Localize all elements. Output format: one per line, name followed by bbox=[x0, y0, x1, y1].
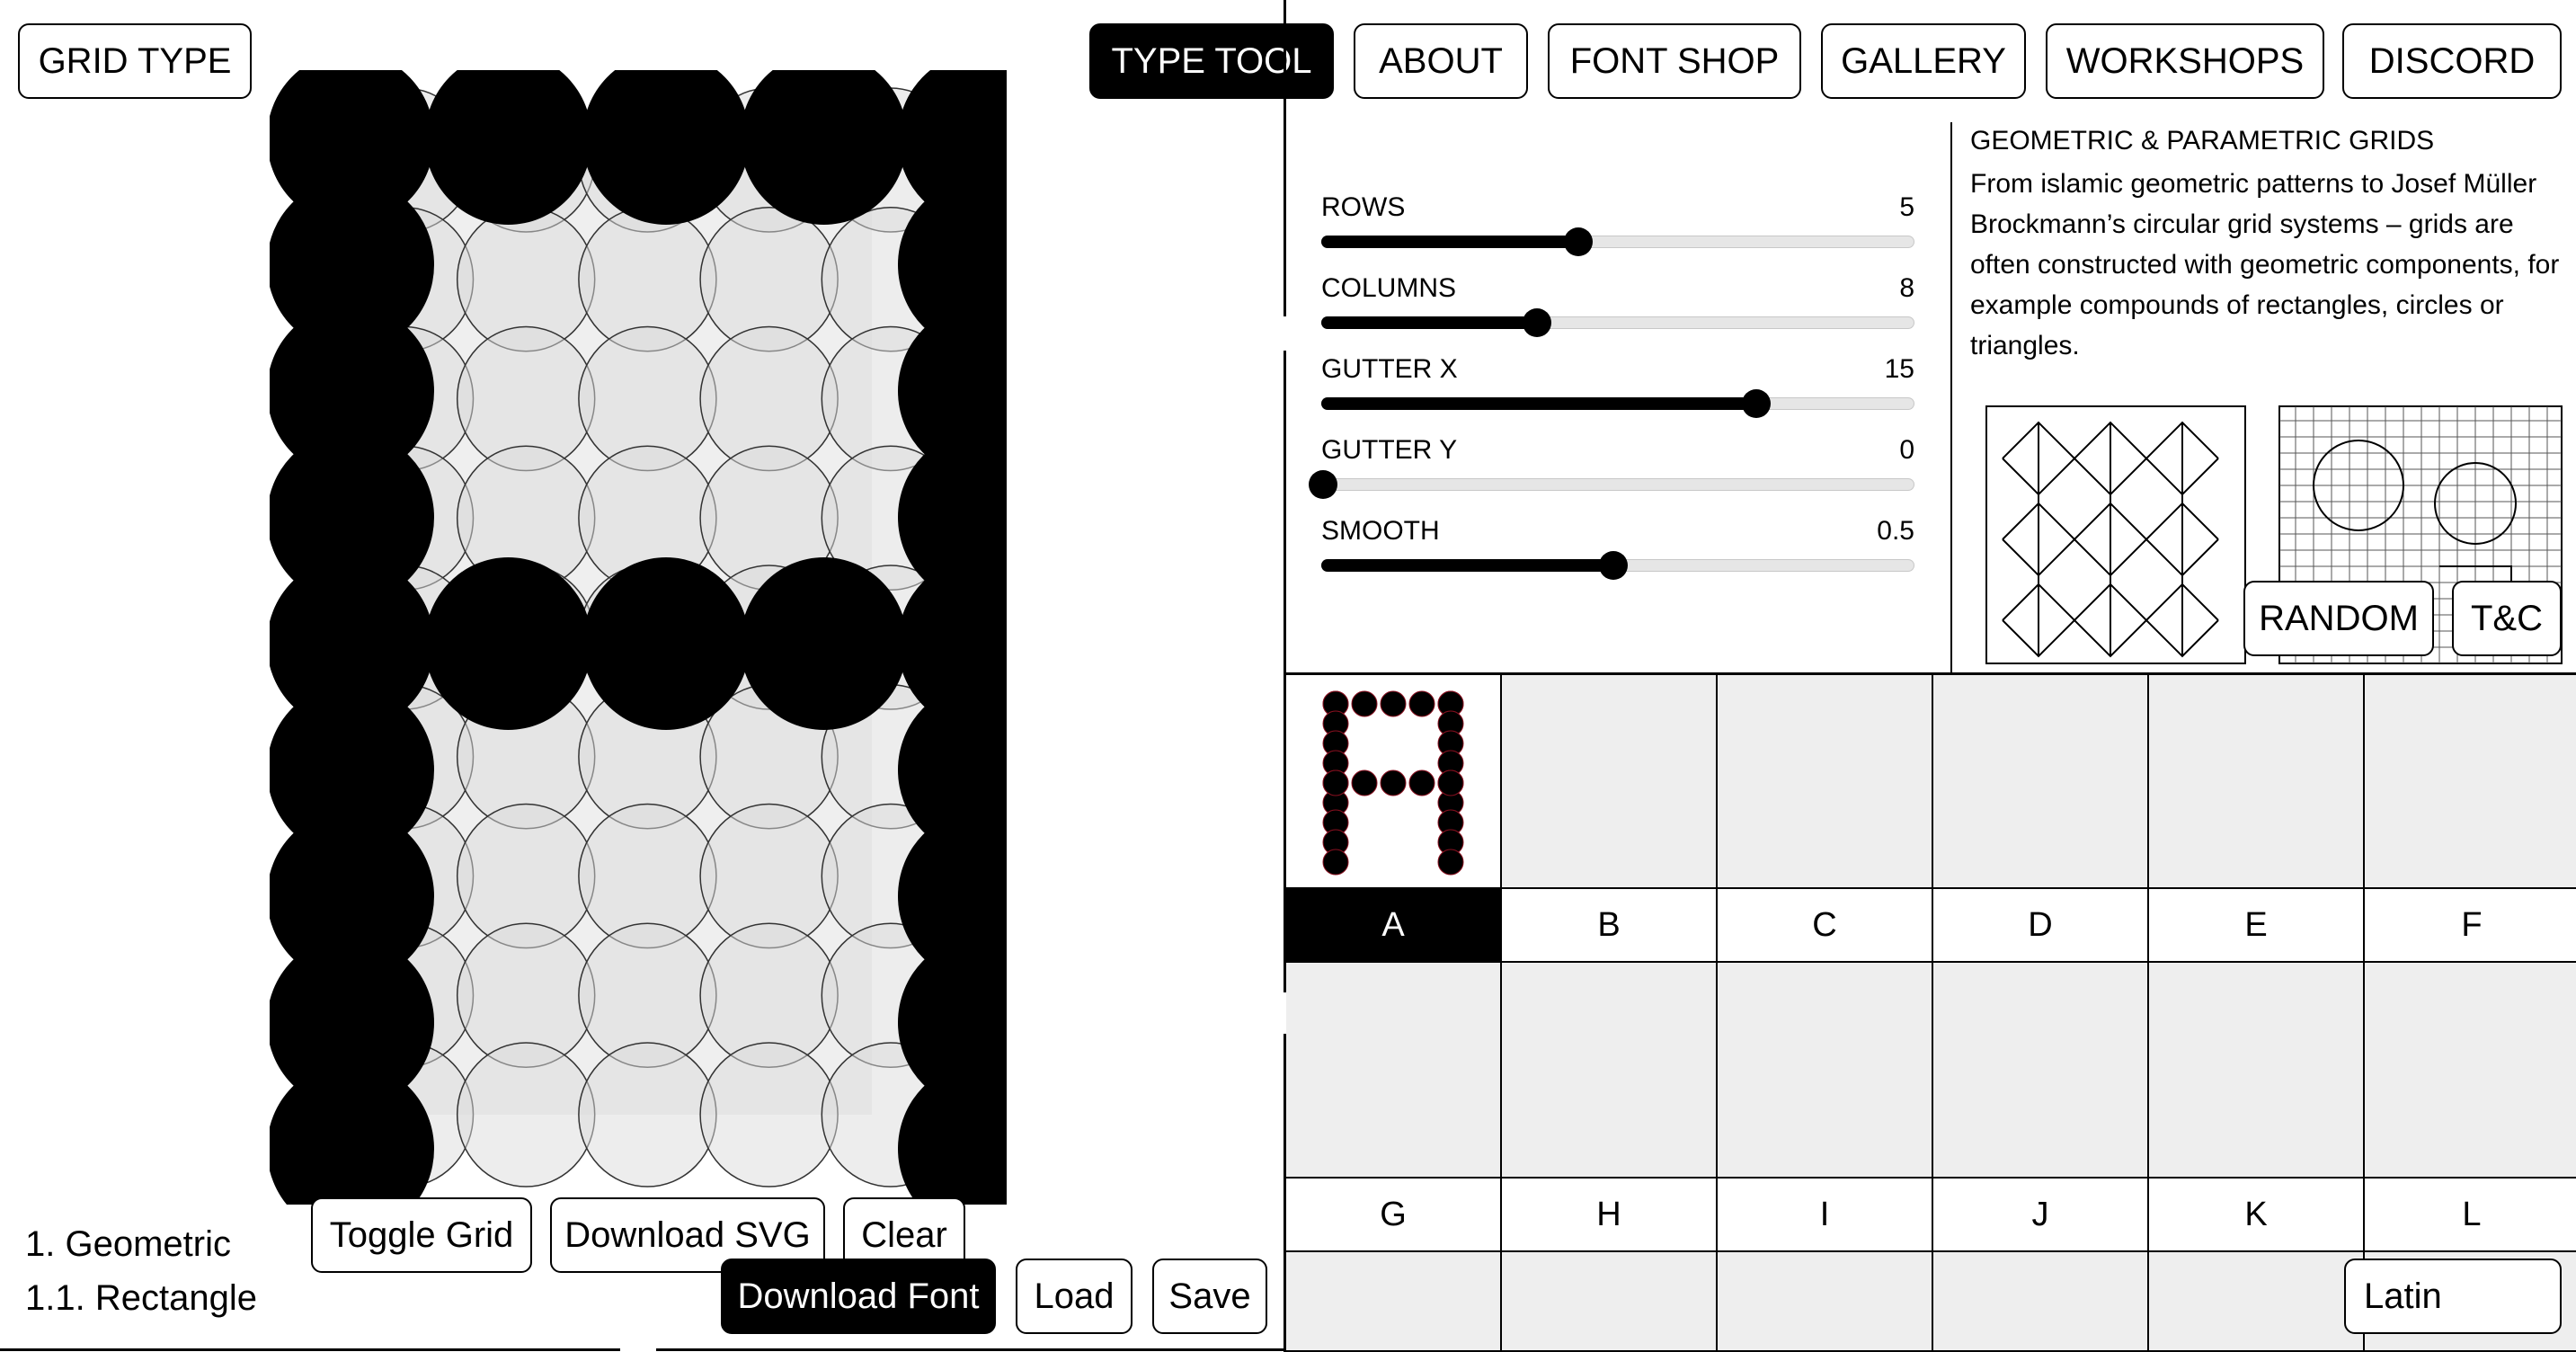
slider-value: 8 bbox=[1899, 273, 1914, 303]
grid-list-item[interactable]: 1. Geometric bbox=[25, 1217, 257, 1271]
glyph-label[interactable]: F bbox=[2365, 889, 2576, 963]
glyph-cell[interactable] bbox=[1286, 1252, 1502, 1352]
glyph-cell[interactable] bbox=[1933, 963, 2149, 1179]
glyph-label[interactable]: H bbox=[1502, 1179, 1718, 1252]
glyph-cell[interactable] bbox=[2365, 675, 2576, 889]
glyph-cell[interactable] bbox=[2365, 963, 2576, 1179]
slider-fill bbox=[1321, 236, 1577, 248]
nav-type-tool[interactable]: TYPE TOOL bbox=[1089, 23, 1334, 99]
load-button[interactable]: Load bbox=[1016, 1259, 1133, 1334]
glyph-cell[interactable] bbox=[1502, 963, 1718, 1179]
glyph-cell[interactable] bbox=[2149, 1252, 2365, 1352]
slider-fill bbox=[1321, 397, 1754, 410]
glyph-cell[interactable] bbox=[1933, 1252, 2149, 1352]
glyph-label[interactable]: B bbox=[1502, 889, 1718, 963]
download-font-button[interactable]: Download Font bbox=[721, 1259, 996, 1334]
info-divider bbox=[1950, 122, 1952, 674]
slider-label: SMOOTH bbox=[1321, 516, 1440, 546]
glyph-cell[interactable] bbox=[1718, 963, 1933, 1179]
glyph-cell[interactable] bbox=[2149, 963, 2365, 1179]
glyph-label[interactable]: C bbox=[1718, 889, 1933, 963]
grid-list-item[interactable]: 1.1. Rectangle bbox=[25, 1271, 257, 1325]
save-button[interactable]: Save bbox=[1152, 1259, 1267, 1334]
glyph-label[interactable]: L bbox=[2365, 1179, 2576, 1252]
glyph-editor-canvas[interactable] bbox=[270, 70, 1007, 1205]
slider-label: GUTTER Y bbox=[1321, 435, 1458, 465]
glyph-label[interactable]: E bbox=[2149, 889, 2365, 963]
glyph-label[interactable]: D bbox=[1933, 889, 2149, 963]
bottom-line-left bbox=[0, 1348, 620, 1351]
toggle-grid-button[interactable]: Toggle Grid bbox=[311, 1197, 532, 1273]
slider-thumb[interactable] bbox=[1741, 389, 1771, 418]
slider-label: GUTTER X bbox=[1321, 354, 1458, 384]
slider-label: ROWS bbox=[1321, 192, 1406, 222]
grid-type-button[interactable]: GRID TYPE bbox=[18, 23, 252, 99]
glyph-cell[interactable] bbox=[1502, 675, 1718, 889]
main-divider bbox=[1284, 0, 1286, 316]
nav-discord[interactable]: DISCORD bbox=[2342, 23, 2562, 99]
slider-thumb[interactable] bbox=[1309, 470, 1337, 499]
glyph-label[interactable]: G bbox=[1286, 1179, 1502, 1252]
glyph-cell[interactable] bbox=[1286, 963, 1502, 1179]
bottom-line-mid bbox=[656, 1348, 1284, 1351]
glyph-label[interactable]: I bbox=[1718, 1179, 1933, 1252]
glyph-cell[interactable] bbox=[1718, 1252, 1933, 1352]
nav-workshops[interactable]: WORKSHOPS bbox=[2046, 23, 2324, 99]
script-select[interactable]: Latin bbox=[2344, 1259, 2562, 1334]
info-title: GEOMETRIC & PARAMETRIC GRIDS bbox=[1970, 126, 2435, 156]
nav-font-shop[interactable]: FONT SHOP bbox=[1548, 23, 1801, 99]
slider-thumb[interactable] bbox=[1563, 227, 1593, 256]
nav-about[interactable]: ABOUT bbox=[1354, 23, 1528, 99]
tc-button[interactable]: T&C bbox=[2452, 581, 2562, 656]
glyph-preview-a bbox=[1322, 690, 1464, 876]
glyph-cell[interactable] bbox=[1286, 675, 1502, 889]
slider-thumb[interactable] bbox=[1522, 308, 1551, 337]
slider-fill bbox=[1321, 559, 1612, 572]
slider-value: 5 bbox=[1899, 192, 1914, 222]
slider-track[interactable] bbox=[1321, 478, 1914, 491]
slider-fill bbox=[1321, 316, 1535, 329]
pattern-illustration-left bbox=[1985, 405, 2246, 664]
glyph-cell[interactable] bbox=[2149, 675, 2365, 889]
slider-thumb[interactable] bbox=[1599, 551, 1629, 580]
glyph-label[interactable]: K bbox=[2149, 1179, 2365, 1252]
slider-value: 0.5 bbox=[1877, 516, 1914, 546]
slider-value: 0 bbox=[1899, 435, 1914, 465]
glyph-cell[interactable] bbox=[1933, 675, 2149, 889]
slider-label: COLUMNS bbox=[1321, 273, 1457, 303]
glyph-cell[interactable] bbox=[1718, 675, 1933, 889]
grid-type-list: 1. Geometric 1.1. Rectangle bbox=[25, 1217, 257, 1325]
glyph-label[interactable]: A bbox=[1286, 889, 1502, 963]
nav-gallery[interactable]: GALLERY bbox=[1821, 23, 2026, 99]
slider-value: 15 bbox=[1884, 354, 1914, 384]
glyph-label[interactable]: J bbox=[1933, 1179, 2149, 1252]
glyph-cell[interactable] bbox=[1502, 1252, 1718, 1352]
info-text: From islamic geometric patterns to Josef… bbox=[1970, 169, 2560, 360]
random-button[interactable]: RANDOM bbox=[2243, 581, 2434, 656]
